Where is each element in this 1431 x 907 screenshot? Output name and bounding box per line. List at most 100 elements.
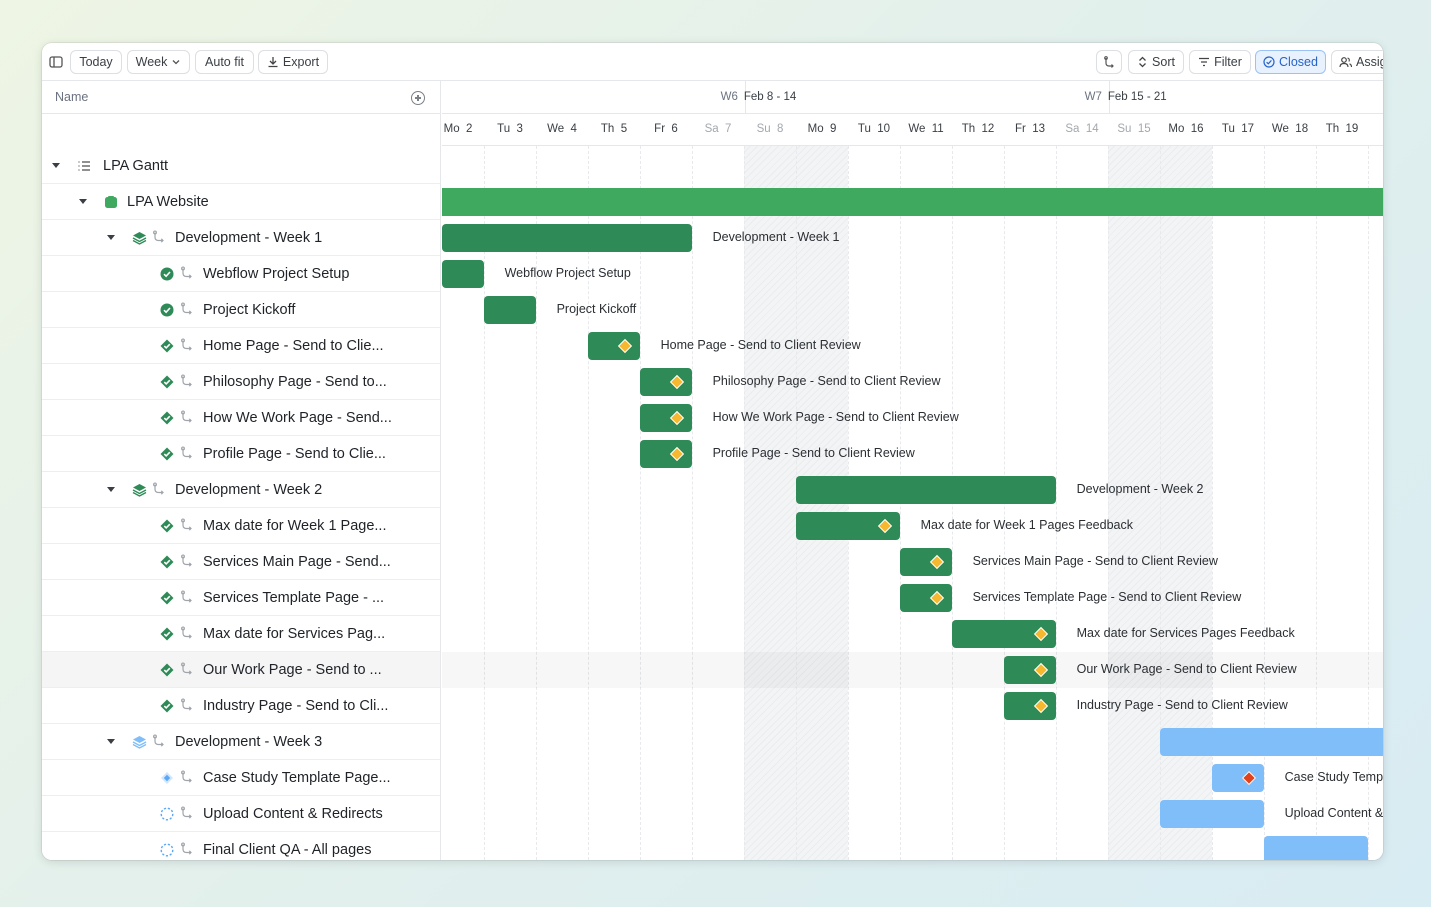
task-name: How We Work Page - Send... bbox=[203, 410, 392, 426]
task-name: Philosophy Page - Send to... bbox=[203, 374, 387, 390]
bar-label: Development - Week 1 bbox=[712, 230, 840, 244]
collapse-caret-icon[interactable] bbox=[107, 739, 115, 744]
sort-button[interactable]: Sort bbox=[1128, 50, 1184, 74]
task-row[interactable]: Services Main Page - Send... bbox=[42, 544, 440, 580]
milestone-done-icon bbox=[160, 627, 174, 641]
task-row[interactable]: Profile Page - Send to Clie... bbox=[42, 436, 440, 472]
export-button[interactable]: Export bbox=[258, 50, 328, 74]
day-label: Mo 2 bbox=[443, 123, 473, 135]
day-label: Su 8 bbox=[756, 123, 784, 135]
dependency-icon bbox=[180, 302, 194, 316]
stack-done-icon bbox=[132, 231, 147, 245]
name-header-label: Name bbox=[55, 90, 89, 104]
task-row[interactable]: Industry Page - Send to Cli... bbox=[42, 688, 440, 724]
collapse-caret-icon[interactable] bbox=[107, 487, 115, 492]
dependency-icon bbox=[180, 806, 194, 820]
today-label: Today bbox=[79, 55, 113, 69]
day-gridline bbox=[1056, 146, 1057, 860]
task-row[interactable]: Development - Week 2 bbox=[42, 472, 440, 508]
collapse-caret-icon[interactable] bbox=[107, 235, 115, 240]
task-name: LPA Website bbox=[127, 194, 209, 210]
timeline-grid: Development - Week 1 Webflow Project Setu… bbox=[442, 146, 1383, 860]
check-circle-icon bbox=[1263, 56, 1275, 68]
task-row[interactable]: Case Study Template Page... bbox=[42, 760, 440, 796]
sidebar-toggle-button[interactable] bbox=[46, 50, 66, 74]
task-row[interactable]: LPA Gantt bbox=[42, 148, 440, 184]
task-row[interactable]: Our Work Page - Send to ... bbox=[42, 652, 440, 688]
task-row[interactable]: Upload Content & Redirects bbox=[42, 796, 440, 832]
download-icon bbox=[268, 57, 278, 68]
bar-label: Case Study Temp bbox=[1284, 770, 1383, 784]
task-row[interactable]: Services Template Page - ... bbox=[42, 580, 440, 616]
task-name: Industry Page - Send to Cli... bbox=[203, 698, 389, 714]
day-label: We 18 bbox=[1271, 123, 1309, 135]
task-row[interactable]: How We Work Page - Send... bbox=[42, 400, 440, 436]
week-number: W6 bbox=[720, 91, 738, 103]
milestone-done-icon bbox=[160, 519, 174, 533]
bar-label: Webflow Project Setup bbox=[504, 266, 631, 280]
task-name: Project Kickoff bbox=[203, 302, 296, 318]
project-folder-icon bbox=[104, 195, 118, 209]
dependency-icon bbox=[180, 698, 194, 712]
add-column-icon[interactable] bbox=[411, 91, 425, 105]
gantt-timeline[interactable]: W6 Feb 8 - 14 W7 Feb 15 - 21 Mo 2 Tu 3 We 4 Th… bbox=[442, 81, 1383, 860]
milestone-done-icon bbox=[160, 339, 174, 353]
collapse-caret-icon[interactable] bbox=[52, 163, 60, 168]
task-name: Profile Page - Send to Clie... bbox=[203, 446, 386, 462]
milestone-done-icon bbox=[160, 447, 174, 461]
day-gridline bbox=[640, 146, 641, 860]
task-bar[interactable] bbox=[795, 476, 1056, 504]
task-name: Upload Content & Redirects bbox=[203, 806, 383, 822]
dependency-icon bbox=[180, 554, 194, 568]
bar-label: Max date for Services Pages Feedback bbox=[1076, 626, 1295, 640]
filter-button[interactable]: Filter bbox=[1189, 50, 1251, 74]
filter-icon bbox=[1199, 57, 1210, 67]
task-row[interactable]: Final Client QA - All pages bbox=[42, 832, 440, 860]
task-row[interactable]: Project Kickoff bbox=[42, 292, 440, 328]
task-bar[interactable] bbox=[1159, 800, 1264, 828]
bar-label: Home Page - Send to Client Review bbox=[660, 338, 861, 352]
bar-label: Philosophy Page - Send to Client Review bbox=[712, 374, 941, 388]
task-row[interactable]: Max date for Services Pag... bbox=[42, 616, 440, 652]
check-circle-icon bbox=[160, 267, 174, 281]
day-label: We 4 bbox=[547, 123, 577, 135]
collapse-caret-icon[interactable] bbox=[79, 199, 87, 204]
bar-label: Services Main Page - Send to Client Revi… bbox=[972, 554, 1218, 568]
day-gridline bbox=[588, 146, 589, 860]
task-row[interactable]: Webflow Project Setup bbox=[42, 256, 440, 292]
bar-label: Project Kickoff bbox=[556, 302, 637, 316]
task-bar[interactable] bbox=[483, 296, 536, 324]
task-row[interactable]: Development - Week 3 bbox=[42, 724, 440, 760]
project-bar[interactable] bbox=[442, 188, 1383, 216]
task-row[interactable]: Home Page - Send to Clie... bbox=[42, 328, 440, 364]
week-label: W7 Feb 15 - 21 bbox=[1085, 91, 1167, 103]
dependency-button[interactable] bbox=[1096, 50, 1122, 74]
dependency-icon bbox=[1103, 55, 1114, 68]
task-name: LPA Gantt bbox=[103, 158, 169, 174]
task-row[interactable]: LPA Website bbox=[42, 184, 440, 220]
auto-fit-button[interactable]: Auto fit bbox=[195, 50, 254, 74]
task-row[interactable]: Development - Week 1 bbox=[42, 220, 440, 256]
day-label: Tu 17 bbox=[1221, 123, 1255, 135]
task-bar[interactable] bbox=[442, 260, 484, 288]
task-bar[interactable] bbox=[442, 224, 692, 252]
task-bar[interactable] bbox=[1263, 836, 1368, 860]
assignee-label: Assig bbox=[1356, 55, 1383, 69]
people-icon bbox=[1339, 57, 1352, 68]
dashed-circle-icon bbox=[160, 843, 174, 857]
bar-label: Industry Page - Send to Client Review bbox=[1076, 698, 1288, 712]
dependency-icon bbox=[152, 482, 166, 496]
task-row[interactable]: Philosophy Page - Send to... bbox=[42, 364, 440, 400]
assignee-button[interactable]: Assig bbox=[1331, 50, 1383, 74]
task-name: Development - Week 2 bbox=[175, 482, 323, 498]
dependency-icon bbox=[180, 338, 194, 352]
task-bar[interactable] bbox=[1159, 728, 1383, 756]
week-range: Feb 15 - 21 bbox=[1107, 91, 1167, 103]
today-button[interactable]: Today bbox=[70, 50, 122, 74]
week-dropdown[interactable]: Week bbox=[127, 50, 190, 74]
auto-fit-label: Auto fit bbox=[205, 55, 244, 69]
task-row[interactable]: Max date for Week 1 Page... bbox=[42, 508, 440, 544]
closed-filter-toggle[interactable]: Closed bbox=[1255, 50, 1326, 74]
day-label: Fr 13 bbox=[1014, 123, 1046, 135]
task-name: Case Study Template Page... bbox=[203, 770, 391, 786]
